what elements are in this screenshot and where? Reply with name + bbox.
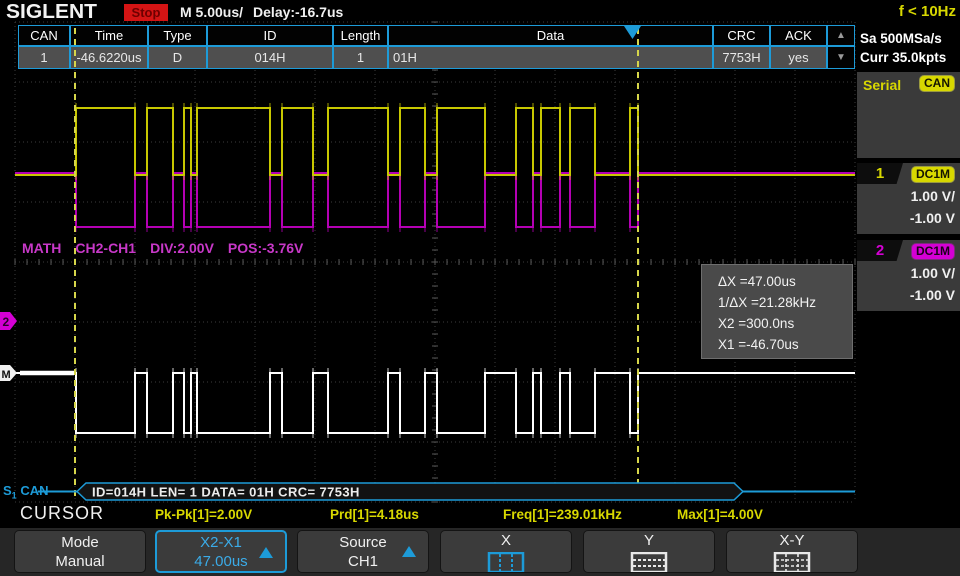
- col-header-type: Type: [148, 25, 207, 46]
- col-header-time: Time: [70, 25, 148, 46]
- bus-source-number: 1: [11, 490, 17, 501]
- cell-length: 1: [333, 46, 388, 69]
- can-decode-table: CAN Time Type ID Length Data CRC ACK ▲ 1…: [18, 25, 855, 69]
- cursor-x1-value: X1 =-46.70us: [718, 337, 799, 352]
- graticule-grid: [14, 21, 856, 503]
- col-header-length: Length: [333, 25, 388, 46]
- cell-data: 01H: [388, 46, 713, 69]
- bus-source-label: S1 CAN: [3, 483, 48, 501]
- cell-id: 014H: [207, 46, 333, 69]
- oscilloscope-screen: SIGLENT Stop M 5.00us/Delay:-16.7us f < …: [0, 0, 960, 576]
- col-header-crc: CRC: [713, 25, 770, 46]
- math-label: MATH: [22, 240, 62, 256]
- cursor-delta-x: ΔX =47.00us: [718, 274, 796, 289]
- col-header-id: ID: [207, 25, 333, 46]
- math-channel-readout: MATH CH2-CH1 DIV:2.00V POS:-3.76V: [22, 240, 317, 256]
- bus-protocol-label: CAN: [20, 483, 49, 498]
- cell-time: -46.6220us: [70, 46, 148, 69]
- col-header-can: CAN: [18, 25, 70, 46]
- math-scale: DIV:2.00V: [150, 240, 214, 256]
- cell-frame-index: 1: [18, 46, 70, 69]
- math-position: POS:-3.76V: [227, 240, 304, 256]
- cell-crc: 7753H: [713, 46, 770, 69]
- cell-ack: yes: [770, 46, 827, 69]
- cursor-x2-value: X2 =300.0ns: [718, 316, 795, 331]
- table-scroll-down-button[interactable]: ▼: [827, 46, 855, 69]
- cursor-readout-box: ΔX =47.00us 1/ΔX =21.28kHz X2 =300.0ns X…: [701, 264, 853, 359]
- bus-source-letter: S: [3, 483, 12, 498]
- math-expression: CH2-CH1: [75, 240, 137, 256]
- col-header-data: Data: [388, 25, 713, 46]
- table-scroll-up-button[interactable]: ▲: [827, 25, 855, 46]
- col-header-ack: ACK: [770, 25, 827, 46]
- cursor-inverse-dx: 1/ΔX =21.28kHz: [718, 295, 816, 310]
- cell-type: D: [148, 46, 207, 69]
